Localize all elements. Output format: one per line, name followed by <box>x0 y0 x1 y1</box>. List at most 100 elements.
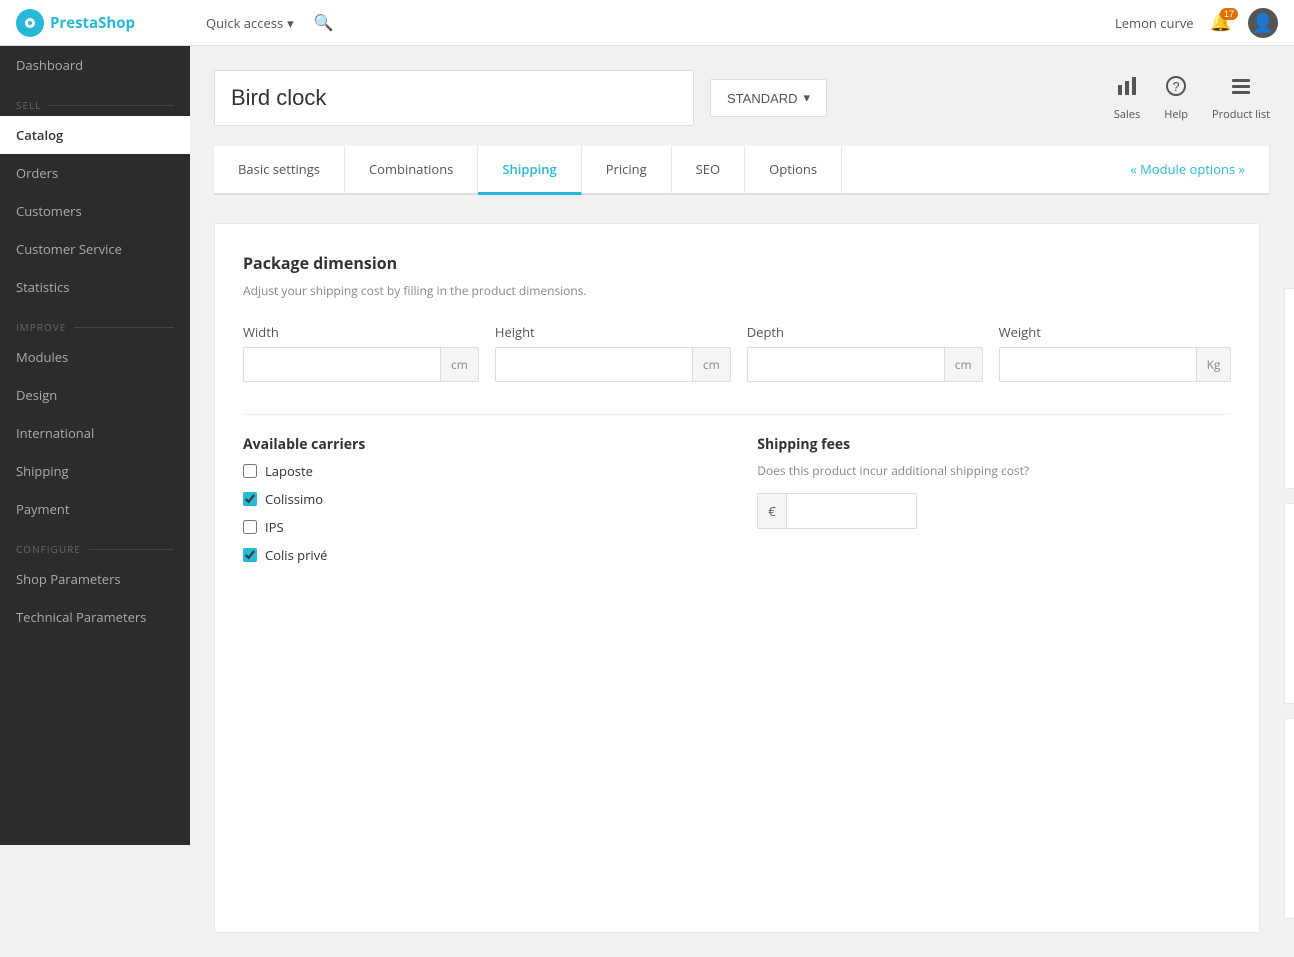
shipping-form: Package dimension Adjust your shipping c… <box>214 223 1260 933</box>
pricing-modules-title: Pricing modules <box>1284 223 1294 245</box>
available-carriers-section: Available carriers Laposte Colissimo <box>243 435 717 574</box>
package-dimension-title: Package dimension <box>243 252 1231 274</box>
weight-input-wrapper: Kg <box>999 347 1232 382</box>
carrier-colissimo: Colissimo <box>243 490 717 508</box>
content-area: Package dimension Adjust your shipping c… <box>214 223 1270 933</box>
sales-action[interactable]: Sales <box>1114 75 1140 122</box>
sidebar-item-payment[interactable]: Payment <box>0 490 190 528</box>
width-label: Width <box>243 323 479 341</box>
depth-input[interactable] <box>748 349 944 380</box>
divider <box>243 414 1231 415</box>
brand-logo[interactable]: PrestaShop <box>16 9 206 37</box>
weight-unit: Kg <box>1196 348 1231 381</box>
weight-input[interactable] <box>1000 349 1196 380</box>
tab-combinations[interactable]: Combinations <box>345 146 478 195</box>
user-icon: 👤 <box>1252 11 1274 35</box>
help-icon: ? <box>1165 75 1187 103</box>
shipping-fees-section: Shipping fees Does this product incur ad… <box>757 435 1231 574</box>
tab-options[interactable]: Options <box>745 146 842 195</box>
carrier-colis-prive-checkbox[interactable] <box>243 548 257 562</box>
product-title-input[interactable] <box>214 70 694 126</box>
euro-prefix: € <box>758 494 786 528</box>
module-card-1: Advanced stock management v1.0.4 · by Pr… <box>1284 288 1294 489</box>
product-type-button[interactable]: STANDARD ▾ <box>710 79 827 117</box>
sidebar-item-shop-parameters[interactable]: Shop Parameters <box>0 560 190 598</box>
shipping-fees-desc: Does this product incur additional shipp… <box>757 462 1231 479</box>
pricing-modules-link[interactable]: What's a module? How can it help me? <box>1284 251 1294 268</box>
product-header: STANDARD ▾ Sales ? <box>214 70 1270 126</box>
sidebar-item-design[interactable]: Design <box>0 376 190 414</box>
top-navigation: PrestaShop Quick access ▾ 🔍 Lemon curve … <box>0 0 1294 46</box>
package-dimension-section: Package dimension Adjust your shipping c… <box>243 252 1231 382</box>
sidebar-item-shipping[interactable]: Shipping <box>0 452 190 490</box>
carriers-list: Laposte Colissimo IPS Colis privé <box>243 462 717 564</box>
sidebar-section-sell: SELL <box>0 84 190 116</box>
product-list-action[interactable]: Product list <box>1212 75 1270 122</box>
sidebar-item-customers[interactable]: Customers <box>0 192 190 230</box>
carrier-colissimo-label[interactable]: Colissimo <box>265 490 323 508</box>
sidebar-item-international[interactable]: International <box>0 414 190 452</box>
search-button[interactable]: 🔍 <box>314 13 334 33</box>
brand-name: PrestaShop <box>50 13 135 33</box>
top-nav-right: Lemon curve 🔔 17 👤 <box>1115 8 1278 38</box>
top-nav-left: Quick access ▾ 🔍 <box>206 13 1115 33</box>
width-input-wrapper: cm <box>243 347 479 382</box>
store-name: Lemon curve <box>1115 14 1194 32</box>
module-card-2: Advanced stock management v1.0.4 · by Pr… <box>1284 503 1294 704</box>
sidebar-item-statistics[interactable]: Statistics <box>0 268 190 306</box>
chevron-down-icon: ▾ <box>287 14 294 32</box>
height-label: Height <box>495 323 731 341</box>
carrier-ips: IPS <box>243 518 717 536</box>
chevron-down-icon: ▾ <box>804 90 811 106</box>
shipping-fee-input-wrapper: € <box>757 493 917 529</box>
tab-seo[interactable]: SEO <box>672 146 745 195</box>
sidebar-section-improve: IMPROVE <box>0 306 190 338</box>
depth-input-wrapper: cm <box>747 347 983 382</box>
notification-badge: 17 <box>1220 8 1238 20</box>
depth-label: Depth <box>747 323 983 341</box>
package-dimension-desc: Adjust your shipping cost by filling in … <box>243 282 1231 299</box>
carrier-laposte-checkbox[interactable] <box>243 464 257 478</box>
sidebar-item-technical-parameters[interactable]: Technical Parameters <box>0 598 190 636</box>
user-avatar[interactable]: 👤 <box>1248 8 1278 38</box>
shipping-fee-input[interactable] <box>787 496 918 527</box>
quick-access-menu[interactable]: Quick access ▾ <box>206 14 294 32</box>
dimension-fields: Width cm Height cm Dep <box>243 323 1231 382</box>
carrier-laposte: Laposte <box>243 462 717 480</box>
carrier-ips-label[interactable]: IPS <box>265 518 284 536</box>
product-header-actions: Sales ? Help <box>1114 75 1270 122</box>
weight-field: Weight Kg <box>999 323 1232 382</box>
carrier-colis-prive: Colis privé <box>243 546 717 564</box>
width-input[interactable] <box>244 349 440 380</box>
notification-button[interactable]: 🔔 17 <box>1210 12 1232 33</box>
carriers-fees-section: Available carriers Laposte Colissimo <box>243 435 1231 574</box>
weight-label: Weight <box>999 323 1232 341</box>
carrier-colissimo-checkbox[interactable] <box>243 492 257 506</box>
available-carriers-title: Available carriers <box>243 435 717 454</box>
tab-shipping[interactable]: Shipping <box>478 146 581 195</box>
carrier-colis-prive-label[interactable]: Colis privé <box>265 546 328 564</box>
sidebar-item-orders[interactable]: Orders <box>0 154 190 192</box>
sidebar-item-modules[interactable]: Modules <box>0 338 190 376</box>
tab-pricing[interactable]: Pricing <box>582 146 672 195</box>
carrier-laposte-label[interactable]: Laposte <box>265 462 313 480</box>
help-action[interactable]: ? Help <box>1164 75 1188 122</box>
tab-basic-settings[interactable]: Basic settings <box>214 146 345 195</box>
svg-text:?: ? <box>1172 79 1179 94</box>
sidebar-item-dashboard[interactable]: Dashboard <box>0 46 190 84</box>
height-input[interactable] <box>496 349 692 380</box>
sidebar-item-catalog[interactable]: Catalog <box>0 116 190 154</box>
width-unit: cm <box>440 348 478 381</box>
sidebar: Dashboard SELL Catalog Orders Customers … <box>0 46 190 845</box>
shipping-fees-title: Shipping fees <box>757 435 1231 454</box>
list-icon <box>1230 75 1252 103</box>
product-tabs: Basic settings Combinations Shipping Pri… <box>214 146 1270 195</box>
width-field: Width cm <box>243 323 479 382</box>
depth-unit: cm <box>944 348 982 381</box>
sidebar-item-customer-service[interactable]: Customer Service <box>0 230 190 268</box>
height-field: Height cm <box>495 323 731 382</box>
carrier-ips-checkbox[interactable] <box>243 520 257 534</box>
module-card-3: Advanced stock management v1.0.4 · by Pr… <box>1284 718 1294 919</box>
tab-module-options[interactable]: « Module options » <box>1106 146 1270 195</box>
pricing-modules-sidebar: Pricing modules What's a module? How can… <box>1284 223 1294 933</box>
